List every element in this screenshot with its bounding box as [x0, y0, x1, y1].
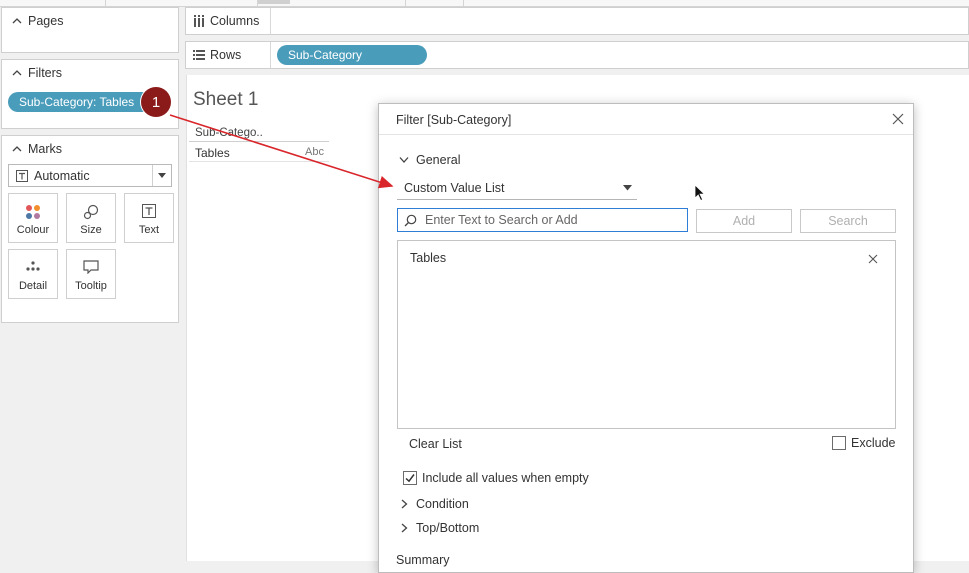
exclude-checkbox[interactable] [832, 436, 846, 450]
text-icon [142, 204, 156, 218]
rows-icon [193, 50, 205, 60]
active-tab-indicator [258, 0, 290, 4]
value-list-box[interactable]: Tables [397, 240, 896, 429]
remove-item-icon[interactable] [868, 254, 878, 264]
sheet-title: Sheet 1 [193, 89, 259, 110]
size-button[interactable]: Size [66, 193, 116, 243]
clear-list-link[interactable]: Clear List [409, 437, 462, 451]
chevron-right-icon[interactable] [400, 523, 408, 533]
chevron-down-icon [623, 185, 632, 191]
dialog-header: Filter [Sub-Category] [379, 104, 913, 135]
detail-icon [26, 261, 40, 271]
chevron-down-icon [158, 173, 166, 178]
rows-label: Rows [210, 48, 242, 62]
list-item-label: Tables [410, 251, 447, 265]
annotation-badge: 1 [141, 87, 171, 117]
section-condition[interactable]: Condition [416, 497, 469, 511]
column-header-cell: Sub-Catego.. [189, 126, 329, 142]
section-topbottom[interactable]: Top/Bottom [416, 521, 479, 535]
mark-type-dropdown[interactable]: Automatic [8, 164, 172, 187]
rows-pill-sub-category[interactable]: Sub-Category [277, 45, 427, 65]
include-all-checkbox[interactable] [403, 471, 417, 485]
search-placeholder: Enter Text to Search or Add [425, 213, 578, 227]
exclude-label: Exclude [851, 436, 896, 450]
chevron-right-icon[interactable] [400, 499, 408, 509]
section-general[interactable]: General [416, 153, 460, 167]
summary-label: Summary [396, 553, 450, 567]
collapse-caret-icon[interactable] [11, 67, 23, 79]
search-icon [404, 214, 417, 227]
colour-button[interactable]: Colour [8, 193, 58, 243]
row-value[interactable]: Tables [195, 146, 230, 160]
filter-pill-sub-category[interactable]: Sub-Category: Tables [8, 92, 154, 112]
add-button[interactable]: Add [696, 209, 792, 233]
abc-placeholder: Abc [305, 146, 324, 158]
filter-dialog: Filter [Sub-Category] General Custom Val… [378, 103, 914, 573]
detail-button[interactable]: Detail [8, 249, 58, 299]
list-item[interactable]: Tables [398, 249, 895, 269]
pages-card: Pages [1, 7, 179, 53]
mark-type-value: Automatic [34, 169, 90, 183]
columns-icon [194, 15, 204, 27]
text-button[interactable]: Text [124, 193, 174, 243]
marks-title: Marks [28, 142, 63, 156]
tooltip-button[interactable]: Tooltip [66, 249, 116, 299]
columns-shelf[interactable]: Columns [185, 7, 969, 35]
collapse-caret-icon[interactable] [11, 15, 23, 27]
column-header[interactable]: Sub-Catego.. [195, 127, 263, 139]
chevron-down-icon[interactable] [399, 156, 409, 164]
include-all-label: Include all values when empty [422, 471, 589, 485]
filters-title: Filters [28, 66, 63, 80]
collapse-caret-icon[interactable] [11, 143, 23, 155]
mode-select[interactable]: Custom Value List [397, 178, 637, 200]
dialog-title: Filter [Sub-Category] [396, 113, 512, 127]
checkmark-icon [405, 474, 415, 483]
search-input[interactable]: Enter Text to Search or Add [397, 208, 688, 232]
columns-label: Columns [210, 14, 260, 28]
mode-select-value: Custom Value List [404, 181, 505, 195]
text-mark-icon [16, 170, 28, 182]
search-button[interactable]: Search [800, 209, 896, 233]
table-row: Tables Abc [189, 143, 329, 162]
mouse-cursor-icon [694, 184, 706, 202]
size-icon [83, 204, 99, 220]
top-tab-strip [0, 0, 969, 7]
tooltip-icon [83, 260, 99, 274]
colour-icon [26, 205, 40, 219]
pages-title: Pages [28, 14, 64, 28]
close-icon[interactable] [892, 113, 904, 125]
